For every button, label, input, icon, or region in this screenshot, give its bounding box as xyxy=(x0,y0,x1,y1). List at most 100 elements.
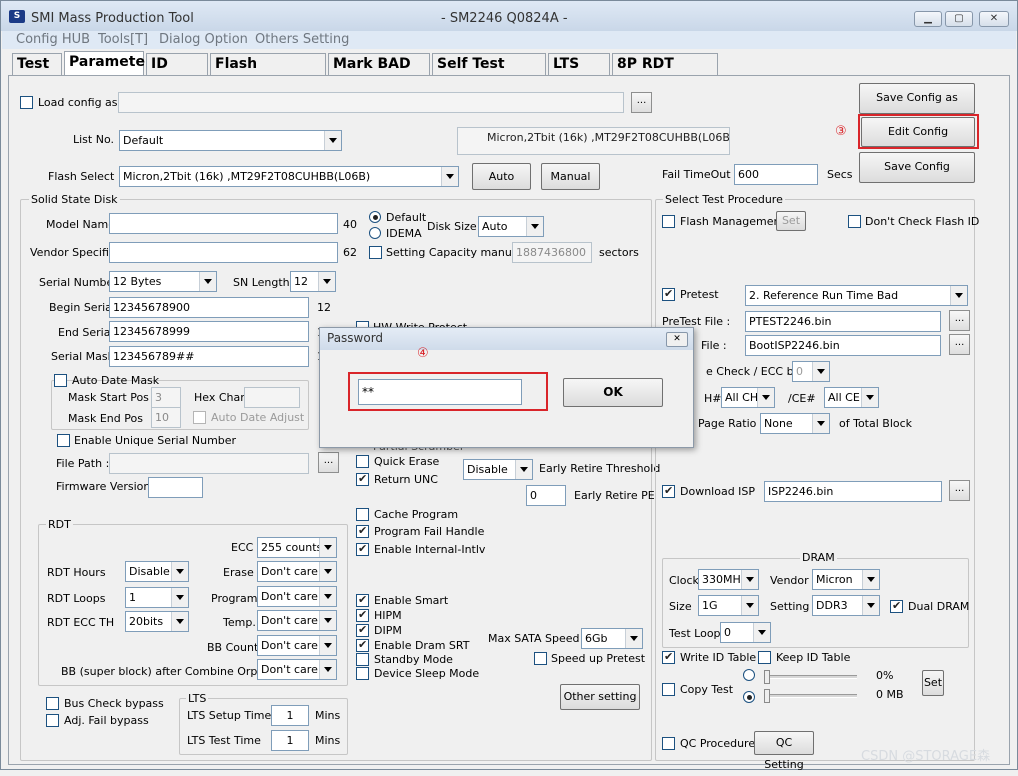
auto-button[interactable]: Auto xyxy=(472,163,531,190)
auto-date-mask-checkbox[interactable] xyxy=(54,374,67,387)
load-config-path-field[interactable] xyxy=(118,92,624,113)
ce-select[interactable]: All CE xyxy=(824,387,879,408)
copy-mb-slider[interactable] xyxy=(765,694,857,698)
qc-procedure-checkbox[interactable] xyxy=(662,737,675,750)
dont-check-flash-id-checkbox[interactable] xyxy=(848,215,861,228)
max-sata-select[interactable]: 6Gb xyxy=(581,628,643,649)
dram-srt-checkbox[interactable] xyxy=(356,638,369,652)
load-config-checkbox[interactable] xyxy=(20,96,33,109)
unique-serial-checkbox[interactable] xyxy=(57,434,70,447)
pretest-checkbox[interactable] xyxy=(662,287,675,301)
program-select[interactable]: Don't care xyxy=(257,586,337,607)
flash-select[interactable]: Micron,2Tbit (16k) ,MT29F2T08CUHBB(L06B) xyxy=(119,166,459,187)
cache-program-checkbox[interactable] xyxy=(356,508,369,521)
enable-smart-checkbox[interactable] xyxy=(356,593,369,607)
ecc-select[interactable]: 255 counts xyxy=(257,537,337,558)
load-config-browse-button[interactable]: ... xyxy=(631,92,652,113)
disk-size-select[interactable]: Auto xyxy=(478,216,544,237)
qc-setting-button[interactable]: QC Setting xyxy=(754,731,814,771)
adj-fail-bypass-checkbox[interactable] xyxy=(46,714,59,727)
page-ratio-select[interactable]: None xyxy=(760,413,830,434)
copy-percent-slider[interactable] xyxy=(765,675,857,679)
download-isp-checkbox[interactable] xyxy=(662,484,675,498)
begin-serial-input[interactable]: 12345678900 xyxy=(109,297,309,318)
mask-end-pos-input[interactable]: 10 xyxy=(151,407,181,428)
ecc-bits-select[interactable]: 0 xyxy=(792,361,830,382)
mask-start-pos-input[interactable]: 3 xyxy=(151,387,181,408)
bb-super-select[interactable]: Don't care xyxy=(257,659,337,680)
menu-others-setting[interactable]: Others Setting xyxy=(255,32,349,47)
auto-date-adjust-checkbox[interactable] xyxy=(193,411,206,424)
serial-number-select[interactable]: 12 Bytes xyxy=(109,271,217,292)
file-path-input[interactable] xyxy=(109,453,309,474)
flash-management-set-button[interactable]: Set xyxy=(776,211,806,231)
hipm-checkbox[interactable] xyxy=(356,608,369,622)
pretest-file-input[interactable]: PTEST2246.bin xyxy=(745,311,941,332)
menu-dialog-option[interactable]: Dialog Option xyxy=(159,32,248,47)
temp-select[interactable]: Don't care xyxy=(257,610,337,631)
program-fail-checkbox[interactable] xyxy=(356,524,369,538)
rdt-loops-select[interactable]: 1 xyxy=(125,587,189,608)
serial-mask-input[interactable]: 123456789## xyxy=(109,346,309,367)
flash-management-checkbox[interactable] xyxy=(662,215,675,228)
internal-intlv-checkbox[interactable] xyxy=(356,542,369,556)
standby-mode-checkbox[interactable] xyxy=(356,653,369,666)
isp-file-browse-button[interactable]: ... xyxy=(949,480,970,501)
tab-flash-diagnosis[interactable]: Flash Diagnosis xyxy=(210,53,326,92)
ch-select[interactable]: All CH xyxy=(721,387,775,408)
erase-select[interactable]: Don't care xyxy=(257,561,337,582)
size-select[interactable]: 1G xyxy=(698,595,759,616)
model-name-input[interactable] xyxy=(109,213,338,234)
menu-tools[interactable]: Tools[T] xyxy=(98,32,148,47)
close-button[interactable]: ✕ xyxy=(979,11,1009,27)
clock-select[interactable]: 330MHZ xyxy=(698,569,759,590)
lts-setup-input[interactable]: 1 xyxy=(271,705,309,726)
copy-test-set-button[interactable]: Set xyxy=(922,670,944,696)
burner-file-input[interactable]: BootISP2246.bin xyxy=(745,335,941,356)
write-id-table-checkbox[interactable] xyxy=(662,650,675,664)
tab-self-test-result[interactable]: Self Test Result xyxy=(432,53,546,92)
tab-8p-rdt-result[interactable]: 8P RDT Result xyxy=(612,53,718,92)
save-config-as-button[interactable]: Save Config as xyxy=(859,83,975,114)
keep-id-table-checkbox[interactable] xyxy=(758,651,771,664)
bb-count-select[interactable]: Don't care xyxy=(257,635,337,656)
speed-up-pretest-checkbox[interactable] xyxy=(534,652,547,665)
isp-file-input[interactable]: ISP2246.bin xyxy=(764,481,942,502)
password-dialog-close-button[interactable]: ✕ xyxy=(666,332,688,347)
disk-default-radio[interactable] xyxy=(369,211,381,223)
tab-mark-bad-info[interactable]: Mark BAD Info xyxy=(328,53,430,92)
device-sleep-checkbox[interactable] xyxy=(356,667,369,680)
hex-char-input[interactable] xyxy=(244,387,300,408)
early-retire-pe-input[interactable]: 0 xyxy=(526,485,566,506)
save-config-button[interactable]: Save Config xyxy=(859,152,975,183)
pretest-file-browse-button[interactable]: ... xyxy=(949,310,970,331)
vendor-select[interactable]: Micron xyxy=(812,569,880,590)
tab-lts-info[interactable]: LTS Info xyxy=(548,53,610,92)
other-setting-button[interactable]: Other setting xyxy=(560,684,640,710)
fail-timeout-input[interactable]: 600 xyxy=(734,164,818,185)
disk-idema-radio[interactable] xyxy=(369,227,381,239)
menu-config-hub[interactable]: Config HUB xyxy=(16,32,90,47)
setting-select[interactable]: DDR3 xyxy=(812,595,880,616)
rdt-ecc-th-select[interactable]: 20bits xyxy=(125,611,189,632)
copy-percent-radio[interactable] xyxy=(743,669,755,681)
password-input[interactable]: ** xyxy=(358,379,522,405)
file-path-browse-button[interactable]: ... xyxy=(318,452,339,473)
return-unc-checkbox[interactable] xyxy=(356,472,369,486)
manual-button[interactable]: Manual xyxy=(541,163,600,190)
burner-file-browse-button[interactable]: ... xyxy=(949,334,970,355)
rdt-hours-select[interactable]: Disable xyxy=(125,561,189,582)
end-serial-input[interactable]: 12345678999 xyxy=(109,321,309,342)
maximize-button[interactable]: ▢ xyxy=(945,11,973,27)
dipm-checkbox[interactable] xyxy=(356,623,369,637)
vendor-specific-input[interactable] xyxy=(109,242,338,263)
tab-test[interactable]: Test xyxy=(12,53,62,75)
test-loop-select[interactable]: 0 xyxy=(720,622,771,643)
pretest-select[interactable]: 2. Reference Run Time Bad xyxy=(745,285,968,306)
dual-dram-checkbox[interactable] xyxy=(890,599,903,613)
sn-length-select[interactable]: 12 xyxy=(290,271,336,292)
lts-test-input[interactable]: 1 xyxy=(271,730,309,751)
bus-check-bypass-checkbox[interactable] xyxy=(46,697,59,710)
copy-test-checkbox[interactable] xyxy=(662,683,675,696)
copy-mb-radio[interactable] xyxy=(743,691,755,703)
